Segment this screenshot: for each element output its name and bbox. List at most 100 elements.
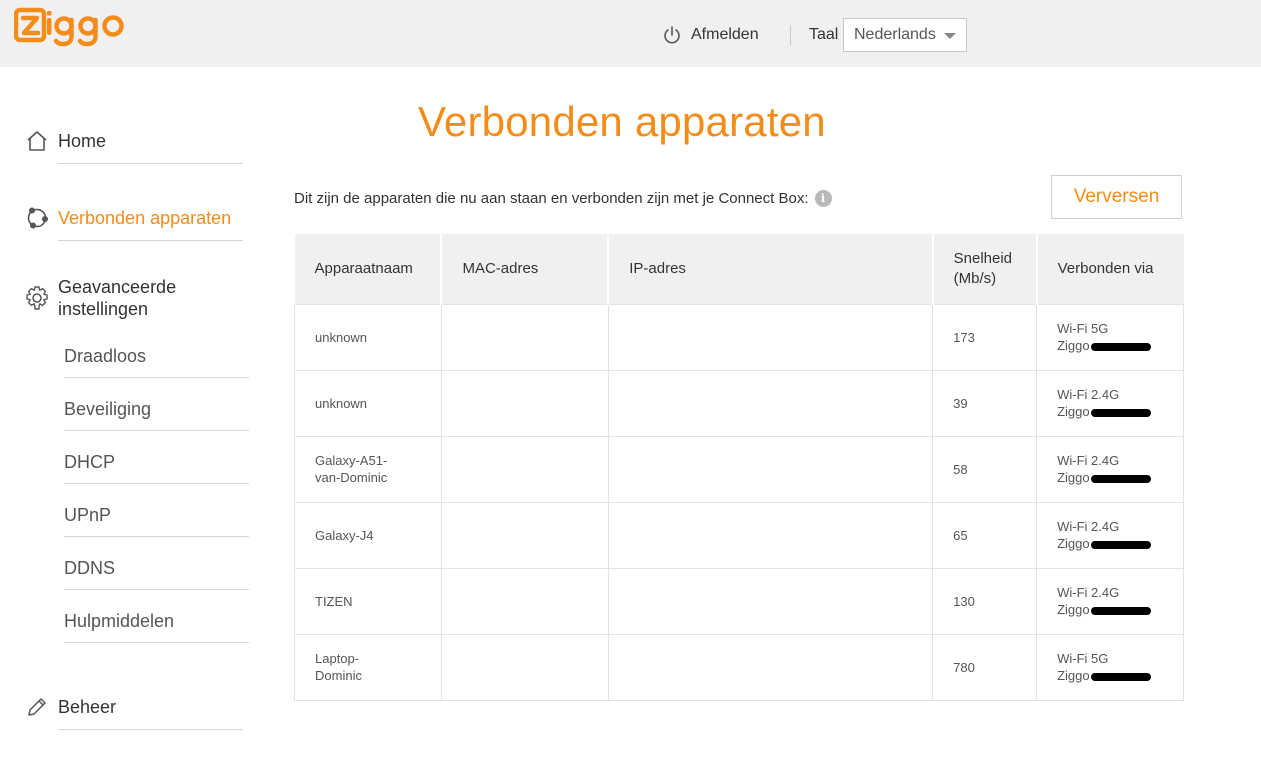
mac-cell (440, 435, 609, 503)
mac-cell (440, 567, 609, 635)
via-network: Ziggo (1057, 536, 1090, 551)
divider (64, 536, 249, 537)
speed-cell: 39 (932, 369, 1038, 437)
info-icon[interactable]: i (814, 190, 832, 207)
device-name-cell: unknown (294, 369, 442, 437)
divider (58, 163, 243, 164)
via-network: Ziggo (1057, 470, 1090, 485)
sidebar-item-home[interactable]: Home (24, 128, 106, 154)
table-row: unknown 173 Wi-Fi 5G Ziggo (294, 303, 1184, 371)
logout-label: Afmelden (691, 26, 759, 43)
via-network: Ziggo (1057, 668, 1090, 683)
divider (64, 377, 249, 378)
connected-via-cell: Wi-Fi 5G Ziggo (1036, 633, 1184, 701)
page-title: Verbonden apparaten (418, 98, 826, 145)
speed-cell: 173 (932, 303, 1038, 371)
table-header-row: Apparaatnaam MAC-adres IP-adres Snelheid… (294, 234, 1184, 304)
sidebar-subitem-tools[interactable]: Hulpmiddelen (64, 611, 174, 632)
connected-via-cell: Wi-Fi 5G Ziggo (1036, 303, 1184, 371)
top-header: Afmelden Taal Nederlands (0, 0, 1261, 67)
intro-text: Dit zijn de apparaten die nu aan staan e… (294, 190, 809, 207)
speed-cell: 780 (932, 633, 1038, 701)
speed-cell: 130 (932, 567, 1038, 635)
ip-cell (607, 435, 934, 503)
language-label: Taal (809, 26, 839, 43)
logout-button[interactable]: Afmelden (662, 22, 759, 48)
sidebar-item-label: Geavanceerde instellingen (58, 277, 177, 319)
via-band: Wi-Fi 2.4G (1057, 519, 1120, 534)
divider (64, 483, 249, 484)
power-icon (662, 25, 682, 45)
sidebar-item-label: Beheer (58, 697, 117, 717)
connected-via-cell: Wi-Fi 2.4G Ziggo (1036, 435, 1184, 503)
divider (64, 642, 249, 643)
sidebar-subitem-ddns[interactable]: DDNS (64, 558, 115, 579)
gear-icon (24, 285, 50, 311)
speed-cell: 65 (932, 501, 1038, 569)
speed-cell: 58 (932, 435, 1038, 503)
redaction-mark (1090, 408, 1151, 417)
language-select[interactable]: Nederlands (843, 18, 967, 52)
sidebar-subitem-dhcp[interactable]: DHCP (64, 452, 115, 473)
ip-cell (607, 633, 934, 701)
column-header-ip: IP-adres (608, 234, 934, 304)
connected-via-cell: Wi-Fi 2.4G Ziggo (1036, 369, 1184, 437)
sidebar-item-connected-devices[interactable]: Verbonden apparaten (24, 205, 231, 231)
via-band: Wi-Fi 2.4G (1057, 585, 1120, 600)
table-row: unknown 39 Wi-Fi 2.4G Ziggo (294, 369, 1184, 437)
divider (64, 589, 249, 590)
via-network: Ziggo (1057, 338, 1090, 353)
sidebar-item-advanced-settings[interactable]: Geavanceerde instellingen (24, 276, 208, 320)
sidebar-subitem-upnp[interactable]: UPnP (64, 505, 111, 526)
connected-via-cell: Wi-Fi 2.4G Ziggo (1036, 501, 1184, 569)
table-row: Galaxy-A51-van-Dominic 58 Wi-Fi 2.4G Zig… (294, 435, 1184, 503)
divider (58, 729, 243, 730)
ip-cell (607, 303, 934, 371)
sidebar-subitem-security[interactable]: Beveiliging (64, 399, 151, 420)
table-row: Galaxy-J4 65 Wi-Fi 2.4G Ziggo (294, 501, 1184, 569)
header-divider (790, 25, 791, 45)
mac-cell (440, 633, 609, 701)
sidebar-item-label: Home (58, 131, 107, 151)
device-name-cell: unknown (294, 303, 442, 371)
divider (64, 430, 249, 431)
redaction-mark (1090, 672, 1151, 681)
device-name-cell: TIZEN (294, 567, 442, 635)
home-icon (24, 128, 50, 154)
mac-cell (440, 501, 609, 569)
via-band: Wi-Fi 5G (1057, 321, 1109, 336)
divider (58, 240, 243, 241)
ip-cell (607, 369, 934, 437)
intro-text-row: Dit zijn de apparaten die nu aan staan e… (294, 190, 832, 207)
via-band: Wi-Fi 5G (1057, 651, 1109, 666)
ip-cell (607, 567, 934, 635)
ip-cell (607, 501, 934, 569)
via-network: Ziggo (1057, 404, 1090, 419)
redaction-mark (1090, 342, 1151, 351)
chevron-down-icon (944, 33, 956, 39)
column-header-device-name: Apparaatnaam (294, 234, 443, 304)
column-header-connected-via: Verbonden via (1036, 234, 1184, 304)
devices-table: Apparaatnaam MAC-adres IP-adres Snelheid… (294, 234, 1184, 701)
ziggo-logo[interactable] (14, 6, 136, 50)
via-band: Wi-Fi 2.4G (1057, 453, 1120, 468)
sidebar-item-label: Verbonden apparaten (58, 208, 232, 228)
connected-via-cell: Wi-Fi 2.4G Ziggo (1036, 567, 1184, 635)
column-header-speed: Snelheid (Mb/s) (932, 234, 1038, 304)
device-name-cell: Galaxy-A51-van-Dominic (294, 435, 442, 503)
sidebar-item-management[interactable]: Beheer (24, 694, 116, 720)
devices-icon (24, 205, 50, 231)
refresh-button[interactable]: Verversen (1051, 175, 1182, 219)
device-name-cell: Galaxy-J4 (294, 501, 442, 569)
table-row: Laptop-Dominic 780 Wi-Fi 5G Ziggo (294, 633, 1184, 701)
language-selected-value: Nederlands (854, 26, 936, 43)
mac-cell (440, 369, 609, 437)
mac-cell (440, 303, 609, 371)
table-row: TIZEN 130 Wi-Fi 2.4G Ziggo (294, 567, 1184, 635)
via-network: Ziggo (1057, 602, 1090, 617)
column-header-mac: MAC-adres (441, 234, 610, 304)
device-name-cell: Laptop-Dominic (294, 633, 442, 701)
pencil-icon (24, 694, 50, 720)
sidebar-subitem-wireless[interactable]: Draadloos (64, 346, 146, 367)
redaction-mark (1090, 474, 1151, 483)
